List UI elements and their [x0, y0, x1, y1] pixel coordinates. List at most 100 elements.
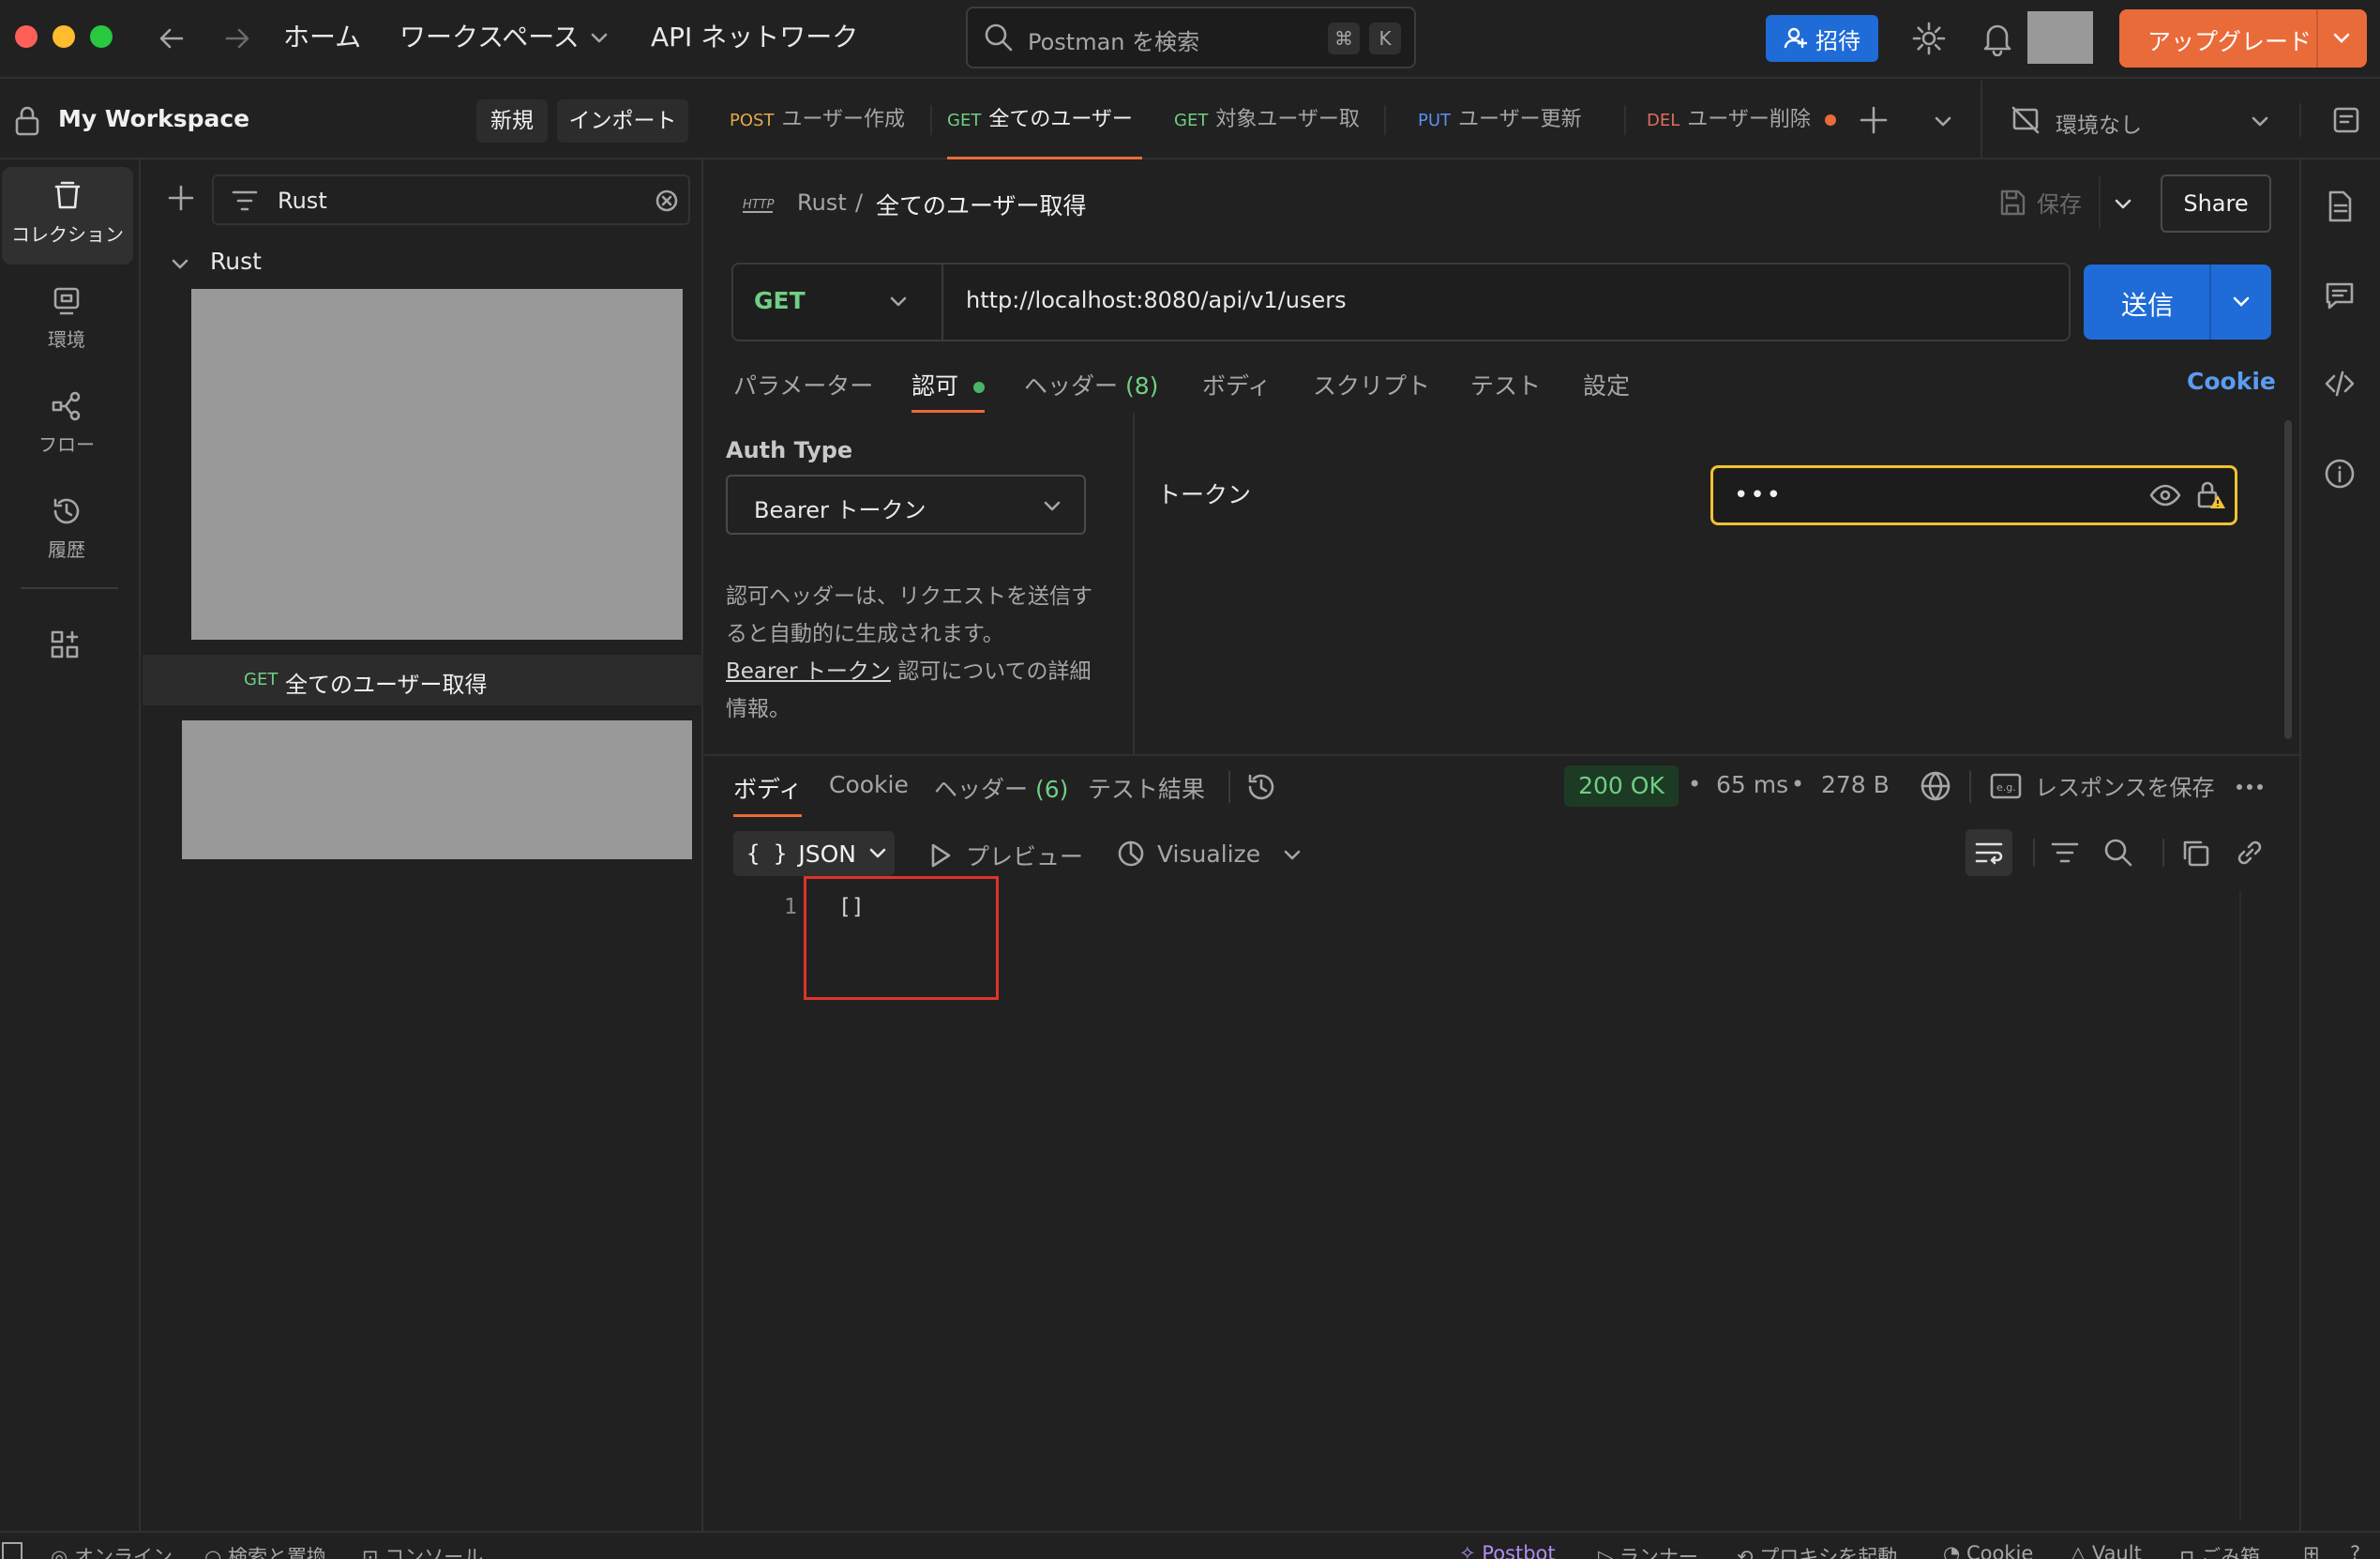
- link-icon[interactable]: [2234, 837, 2266, 869]
- new-button[interactable]: 新規: [476, 99, 548, 143]
- collection-name[interactable]: Rust: [210, 248, 262, 275]
- tab-create-user[interactable]: POST ユーザー作成: [730, 81, 905, 159]
- send-button[interactable]: 送信: [2084, 265, 2271, 340]
- tab-scripts[interactable]: スクリプト: [1313, 368, 1430, 401]
- chevron-down-icon[interactable]: [1281, 844, 1303, 867]
- cookies-link[interactable]: Cookie: [2187, 368, 2276, 395]
- invite-button[interactable]: 招待: [1766, 15, 1878, 62]
- url-input[interactable]: http://localhost:8080/api/v1/users: [966, 287, 1347, 313]
- toggle-sidebar-icon[interactable]: [2, 1542, 23, 1559]
- response-format-dropdown[interactable]: { } JSON: [733, 831, 895, 876]
- find-replace-button[interactable]: ○ 検索と置換: [204, 1542, 326, 1559]
- minimize-window-button[interactable]: [53, 25, 75, 48]
- more-options-icon[interactable]: [2236, 782, 2264, 792]
- tab-headers[interactable]: ヘッダー (8): [1024, 368, 1158, 401]
- response-history-icon[interactable]: [1245, 771, 1277, 803]
- console-button[interactable]: ⊡ コンソール: [362, 1542, 483, 1559]
- tab-all-users[interactable]: GET 全てのユーザー: [947, 81, 1142, 159]
- avatar[interactable]: [2027, 11, 2093, 64]
- comments-icon[interactable]: [2324, 280, 2356, 311]
- upgrade-button[interactable]: アップグレード: [2119, 9, 2367, 68]
- chevron-down-icon[interactable]: [1932, 111, 1954, 133]
- auth-type-dropdown[interactable]: Bearer トークン: [726, 475, 1086, 535]
- response-tab-cookie[interactable]: Cookie: [829, 771, 909, 798]
- environment-selector[interactable]: 環境なし: [2056, 107, 2142, 139]
- chevron-down-icon[interactable]: [169, 253, 191, 276]
- sidebar-item-history[interactable]: 履歴: [0, 482, 133, 580]
- online-status[interactable]: ◎ オンライン: [51, 1542, 173, 1559]
- sidebar-item-flows[interactable]: フロー: [0, 377, 133, 475]
- plus-icon[interactable]: [167, 184, 195, 212]
- configure-workbench-icon[interactable]: [49, 628, 81, 660]
- status-badge[interactable]: 200 OK: [1564, 765, 1679, 807]
- tab-delete-user[interactable]: DEL ユーザー削除: [1647, 81, 1836, 159]
- request-pane-scrollbar[interactable]: [2284, 420, 2292, 739]
- chevron-down-icon[interactable]: [589, 28, 610, 49]
- tab-params[interactable]: パラメーター: [733, 368, 873, 401]
- request-title[interactable]: 全てのユーザー取得: [876, 188, 1087, 221]
- back-arrow-icon[interactable]: [156, 23, 188, 54]
- trash-button[interactable]: ⊓ ごみ箱: [2179, 1542, 2260, 1559]
- tab-target-user[interactable]: GET 対象ユーザー取: [1174, 81, 1360, 159]
- maximize-window-button[interactable]: [90, 25, 113, 48]
- import-button[interactable]: インポート: [557, 99, 688, 143]
- eye-icon[interactable]: [2148, 481, 2182, 509]
- tab-body[interactable]: ボディ: [1202, 368, 1271, 401]
- postbot-button[interactable]: ✧ Postbot: [1459, 1542, 1556, 1559]
- workspace-name[interactable]: My Workspace: [58, 105, 249, 132]
- save-button[interactable]: 保存: [1997, 186, 2082, 219]
- forward-arrow-icon[interactable]: [221, 23, 253, 54]
- globe-icon[interactable]: [1919, 769, 1952, 803]
- response-tab-body[interactable]: ボディ: [733, 771, 803, 817]
- clear-filter-icon[interactable]: [655, 189, 679, 213]
- breadcrumb-collection[interactable]: Rust: [797, 189, 847, 216]
- chevron-down-icon[interactable]: [2249, 111, 2271, 133]
- filter-icon[interactable]: [2050, 839, 2080, 867]
- sidebar-item-environments[interactable]: 環境: [0, 272, 133, 370]
- chevron-down-icon[interactable]: [2112, 193, 2134, 216]
- tab-auth[interactable]: 認可: [911, 368, 985, 413]
- visualize-button[interactable]: Visualize: [1116, 839, 1260, 869]
- tab-update-user[interactable]: PUT ユーザー更新: [1418, 81, 1582, 159]
- save-response-button[interactable]: e.g. レスポンスを保存: [1990, 769, 2215, 802]
- sidebar-item-collections[interactable]: コレクション: [2, 167, 133, 265]
- chevron-down-icon[interactable]: [2331, 28, 2352, 49]
- api-network-link[interactable]: API ネットワーク: [651, 17, 858, 54]
- help-icon[interactable]: ?: [2350, 1542, 2360, 1559]
- close-window-button[interactable]: [15, 25, 38, 48]
- bearer-docs-link[interactable]: Bearer トークン: [726, 659, 891, 684]
- runner-button[interactable]: ▷ ランナー: [1598, 1542, 1698, 1559]
- token-input[interactable]: •••: [1710, 465, 2237, 525]
- home-link[interactable]: ホーム: [283, 17, 361, 54]
- chevron-down-icon[interactable]: [2230, 291, 2252, 313]
- response-time[interactable]: 65 ms: [1716, 771, 1788, 798]
- layout-icon[interactable]: ⊞: [2303, 1542, 2320, 1559]
- preview-button[interactable]: プレビュー: [928, 839, 1083, 872]
- new-tab-plus-icon[interactable]: [1859, 105, 1889, 135]
- method-dropdown[interactable]: GET: [733, 265, 941, 340]
- tab-tests[interactable]: テスト: [1470, 368, 1541, 401]
- response-divider[interactable]: [703, 754, 2299, 756]
- settings-gear-icon[interactable]: [1911, 21, 1947, 56]
- collection-filter-input[interactable]: Rust: [212, 174, 690, 225]
- info-icon[interactable]: [2324, 458, 2356, 490]
- workspaces-menu[interactable]: ワークスペース: [399, 17, 580, 54]
- vault-button[interactable]: △ Vault: [2071, 1542, 2142, 1559]
- tab-settings[interactable]: 設定: [1583, 368, 1630, 401]
- wrap-lines-button[interactable]: [1966, 829, 2012, 876]
- search-box[interactable]: Postman を検索 ⌘ K: [966, 7, 1416, 68]
- share-button[interactable]: Share: [2161, 174, 2271, 233]
- lock-warning-icon[interactable]: [2195, 479, 2227, 511]
- copy-icon[interactable]: [2179, 837, 2211, 869]
- list-item-selected-request[interactable]: GET 全てのユーザー取得: [143, 655, 703, 705]
- search-icon[interactable]: [2102, 837, 2134, 869]
- proxy-button[interactable]: ⟲ プロキシを起動: [1737, 1542, 1897, 1559]
- cookies-button[interactable]: ◔ Cookie: [1943, 1542, 2033, 1559]
- response-tab-test-results[interactable]: テスト結果: [1088, 771, 1205, 805]
- documentation-icon[interactable]: [2324, 189, 2356, 223]
- notifications-bell-icon[interactable]: [1981, 21, 2014, 56]
- response-tab-headers[interactable]: ヘッダー (6): [934, 771, 1068, 805]
- code-icon[interactable]: [2324, 368, 2356, 400]
- environment-quick-look-icon[interactable]: [2331, 105, 2361, 135]
- response-size[interactable]: 278 B: [1821, 771, 1890, 798]
